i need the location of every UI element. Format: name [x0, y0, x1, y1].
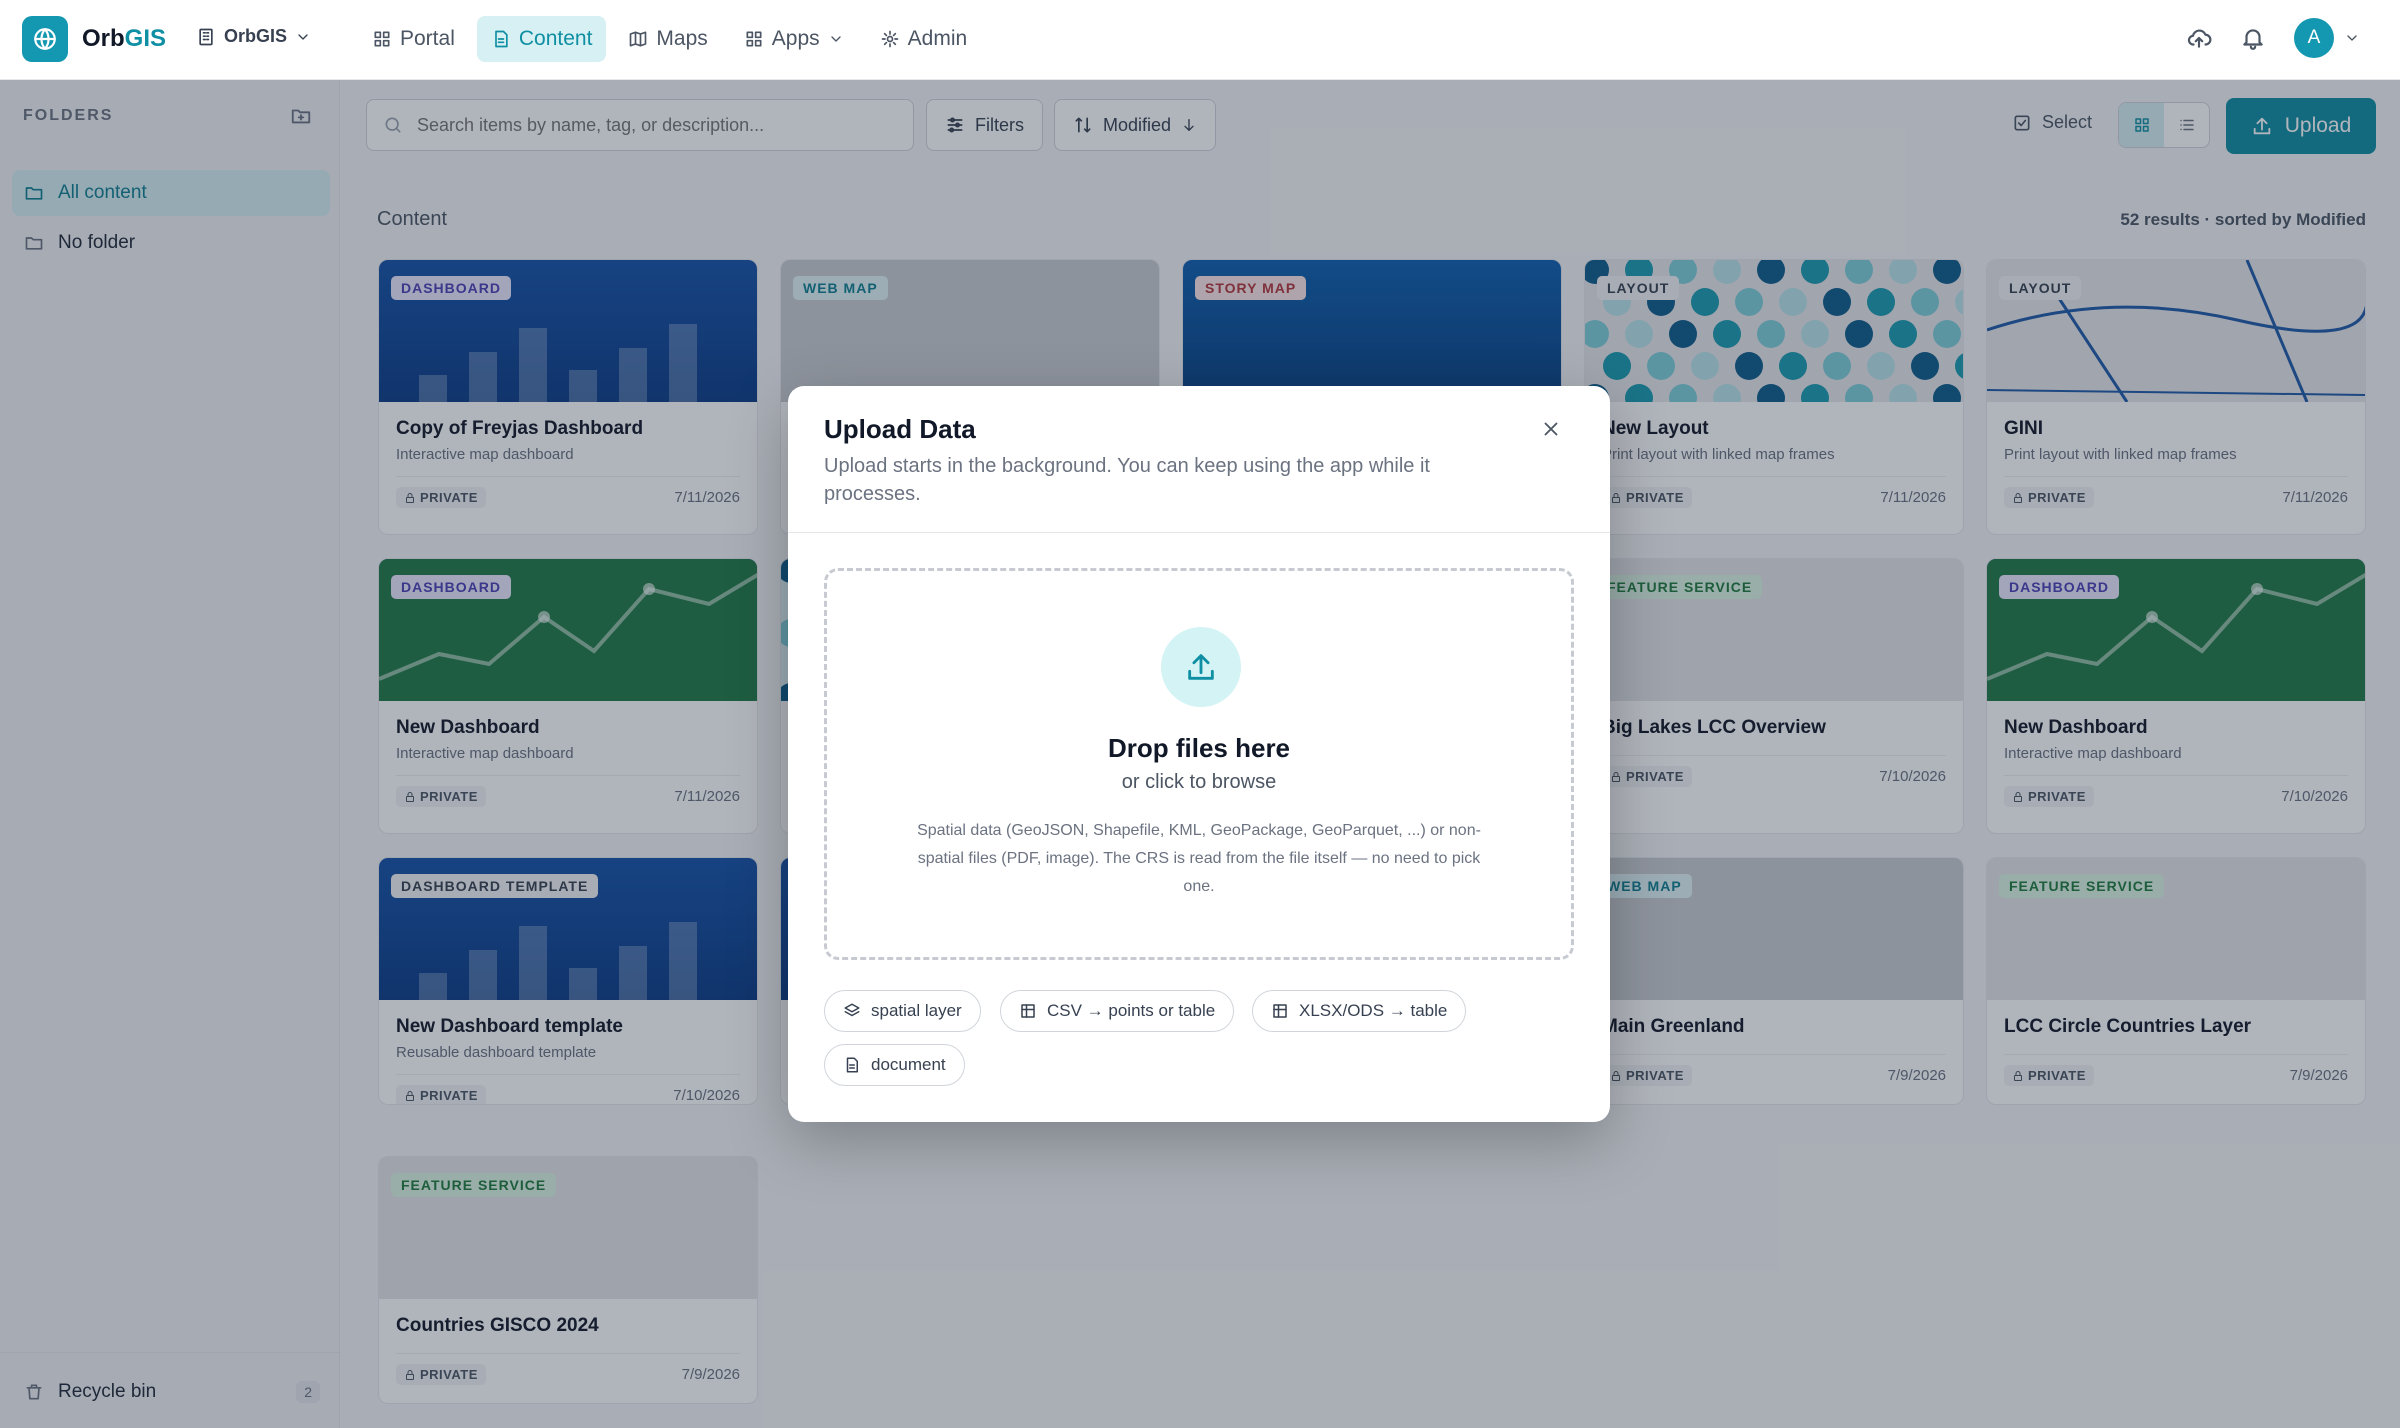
layers-icon	[844, 1003, 860, 1017]
table-icon	[1021, 1004, 1035, 1018]
nav-admin-label: Admin	[907, 27, 968, 50]
document-icon	[495, 30, 508, 48]
nav-portal-label: Portal	[400, 27, 455, 50]
chip-spatial-layer: spatial layer	[824, 990, 981, 1032]
nav-portal[interactable]: Portal	[358, 16, 469, 62]
chip-csv: CSV → points or table	[1000, 990, 1235, 1032]
nav-maps-label: Maps	[656, 27, 708, 50]
nav-content-label: Content	[518, 27, 593, 50]
brand-logo-icon[interactable]	[22, 16, 68, 62]
chip-label: XLSX/ODS → table	[1299, 1001, 1448, 1020]
top-navigation-bar: OrbGIS OrbGIS Portal Content Maps Apps A…	[0, 0, 2400, 80]
gear-icon	[881, 30, 898, 48]
chevron-down-icon	[2347, 35, 2357, 41]
upload-dialog: Upload Data Upload starts in the backgro…	[788, 386, 1610, 1122]
close-icon[interactable]	[1540, 418, 1562, 440]
bell-icon[interactable]	[2240, 25, 2266, 51]
nav-admin[interactable]: Admin	[866, 16, 982, 62]
upload-icon	[1161, 627, 1241, 707]
chevron-down-icon	[298, 33, 308, 40]
grid-icon	[374, 31, 390, 47]
divider	[788, 532, 1610, 533]
chip-label: CSV → points or table	[1047, 1001, 1216, 1020]
nav-content[interactable]: Content	[476, 16, 607, 62]
cloud-upload-icon[interactable]	[2186, 25, 2212, 51]
org-switcher[interactable]: OrbGIS	[196, 26, 311, 47]
building-icon	[199, 28, 213, 45]
org-label: OrbGIS	[224, 26, 288, 46]
brand-name: OrbGIS	[82, 25, 167, 52]
chip-document: document	[824, 1044, 965, 1086]
avatar: A	[2294, 18, 2334, 58]
file-drop-zone[interactable]: Drop files here or click to browse Spati…	[824, 568, 1574, 960]
apps-icon	[746, 31, 762, 47]
chip-label: spatial layer	[871, 1001, 962, 1020]
drop-title: Drop files here	[1107, 733, 1291, 763]
dialog-title: Upload Data	[824, 414, 976, 444]
main-nav: Portal Content Maps Apps Admin	[358, 16, 981, 62]
nav-maps[interactable]: Maps	[614, 16, 721, 62]
nav-apps-label: Apps	[771, 27, 820, 50]
chip-xlsx: XLSX/ODS → table	[1252, 990, 1467, 1032]
chevron-down-icon	[830, 36, 841, 42]
chip-label: document	[871, 1055, 946, 1074]
top-right-actions: A	[2186, 18, 2360, 58]
user-menu[interactable]: A	[2294, 18, 2360, 58]
dialog-description: Upload starts in the background. You can…	[824, 455, 1430, 505]
map-icon	[630, 31, 647, 47]
drop-subtitle: or click to browse	[1121, 771, 1277, 793]
nav-apps[interactable]: Apps	[730, 16, 858, 62]
document-icon	[846, 1057, 858, 1073]
drop-help-text: Spatial data (GeoJSON, Shapefile, KML, G…	[917, 822, 1481, 895]
table-icon	[1273, 1004, 1287, 1018]
